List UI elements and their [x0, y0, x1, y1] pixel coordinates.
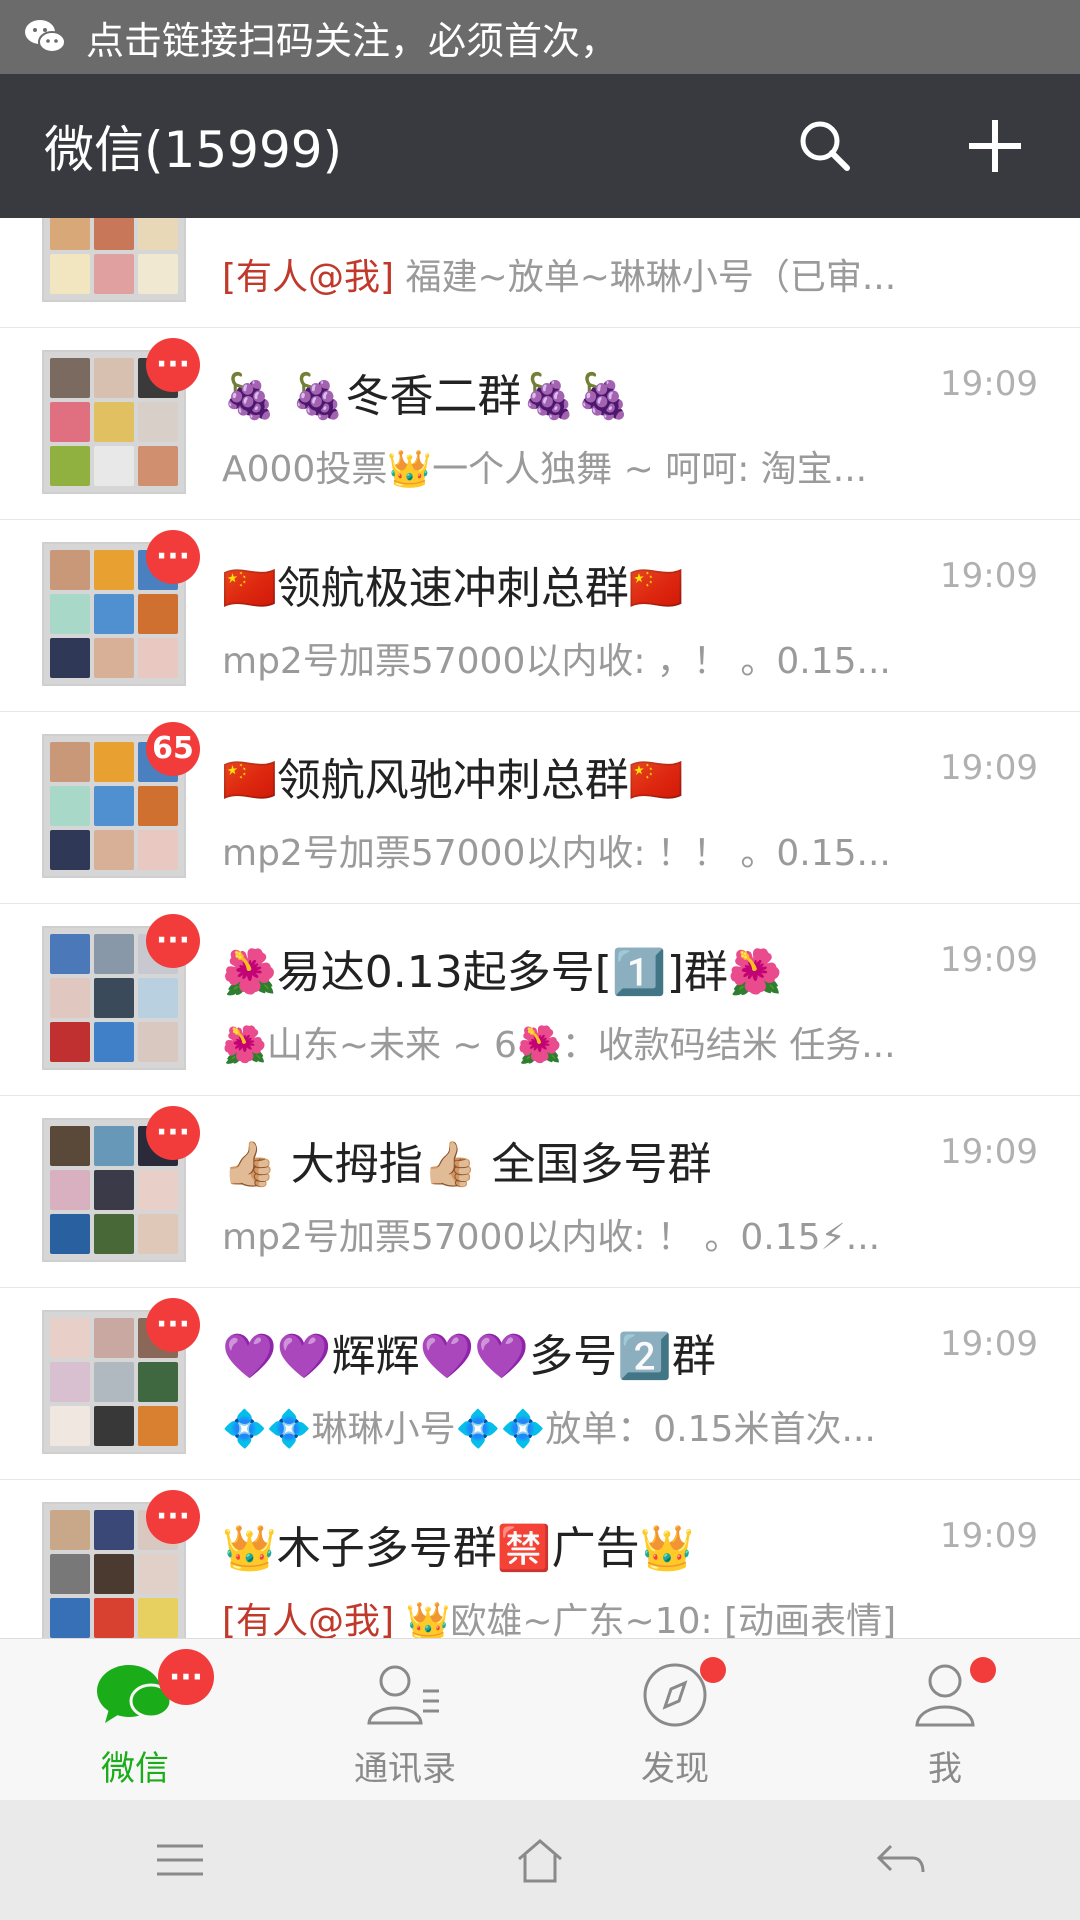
menu-button[interactable]	[135, 1825, 225, 1895]
tab-label: 我	[928, 1749, 962, 1789]
home-button[interactable]	[495, 1825, 585, 1895]
chat-row[interactable]: ··· 👑木子多号群🈲广告👑 [有人@我] 👑欧雄~广东~10: [动画表情] …	[0, 1480, 1080, 1638]
chat-list[interactable]: [有人@我] 福建~放单~琳琳小号（已审... ··· 🍇 🍇冬香二群🍇🍇 A0…	[0, 218, 1080, 1638]
chat-row[interactable]: ··· 🍇 🍇冬香二群🍇🍇 A000投票👑一个人独舞 ~ 呵呵: 淘宝... 1…	[0, 328, 1080, 520]
chat-row[interactable]: ··· 🇨🇳领航极速冲刺总群🇨🇳 mp2号加票57000以内收: ，！ 。0.1…	[0, 520, 1080, 712]
chat-time: 19:09	[940, 1324, 1038, 1364]
bottom-tab-bar: 微信 ··· 通讯录 发现 我	[0, 1638, 1080, 1800]
unread-badge: ···	[146, 1490, 200, 1544]
unread-badge: ···	[146, 914, 200, 968]
chat-preview: A000投票👑一个人独舞 ~ 呵呵: 淘宝...	[222, 449, 868, 490]
chat-name: 🇨🇳领航极速冲刺总群🇨🇳	[222, 563, 684, 614]
back-icon	[876, 1844, 925, 1873]
chat-time: 19:09	[940, 748, 1038, 788]
tab-chats[interactable]: 微信 ···	[0, 1639, 270, 1800]
chat-preview: [有人@我] 👑欧雄~广东~10: [动画表情]	[222, 1592, 930, 1638]
mention-tag: [有人@我]	[222, 1601, 395, 1638]
tab-label: 发现	[641, 1749, 709, 1789]
app-header: 微信(15999)	[0, 74, 1080, 218]
wechat-icon	[22, 14, 68, 60]
new-dot	[700, 1657, 726, 1683]
system-nav-bar	[0, 1800, 1080, 1920]
unread-badge: ···	[146, 530, 200, 584]
unread-badge: 65	[146, 722, 200, 776]
group-avatar	[42, 218, 186, 302]
chat-preview: mp2号加票57000以内收: ！！ 。0.15...	[222, 833, 891, 874]
unread-badge: ···	[146, 1298, 200, 1352]
chat-time: 19:09	[940, 556, 1038, 596]
chat-row[interactable]: ··· 👍🏼 大拇指👍🏼 全国多号群 mp2号加票57000以内收: ！ 。0.…	[0, 1096, 1080, 1288]
add-button[interactable]	[950, 101, 1040, 191]
search-button[interactable]	[780, 101, 870, 191]
chat-name: 💜💜辉辉💜💜多号2️⃣群	[222, 1331, 716, 1382]
chat-row[interactable]: 65 🇨🇳领航风驰冲刺总群🇨🇳 mp2号加票57000以内收: ！！ 。0.15…	[0, 712, 1080, 904]
chat-row[interactable]: [有人@我] 福建~放单~琳琳小号（已审...	[0, 218, 1080, 328]
tab-contacts[interactable]: 通讯录	[270, 1639, 540, 1800]
chat-preview: 🌺山东~未来 ~ 6🌺：收款码结米 任务...	[222, 1025, 896, 1066]
search-icon	[800, 121, 850, 171]
plus-icon	[969, 120, 1021, 172]
chat-name: 🌺易达0.13起多号[1️⃣]群🌺	[222, 947, 783, 998]
chat-name: 👍🏼 大拇指👍🏼 全国多号群	[222, 1139, 712, 1190]
chat-time: 19:09	[940, 1132, 1038, 1172]
tab-discover[interactable]: 发现	[540, 1639, 810, 1800]
tab-me[interactable]: 我	[810, 1639, 1080, 1800]
chat-time: 19:09	[940, 364, 1038, 404]
chat-name: 🍇 🍇冬香二群🍇🍇	[222, 371, 632, 422]
home-icon	[518, 1839, 562, 1883]
page-title: 微信(15999)	[44, 121, 343, 179]
chat-preview: mp2号加票57000以内收: ！ 。0.15⚡...	[222, 1217, 881, 1258]
chat-preview: [有人@我] 福建~放单~琳琳小号（已审...	[222, 257, 897, 298]
notification-banner[interactable]: 点击链接扫码关注，必须首次，	[0, 0, 1080, 74]
chat-time: 19:09	[940, 1516, 1038, 1556]
tab-label: 微信	[101, 1749, 169, 1789]
contacts-icon	[365, 1661, 445, 1729]
menu-icon	[157, 1844, 203, 1876]
mention-tag: [有人@我]	[222, 257, 395, 298]
chat-name: 👑木子多号群🈲广告👑	[222, 1523, 695, 1574]
unread-badge: ···	[158, 1649, 214, 1705]
chat-row[interactable]: ··· 💜💜辉辉💜💜多号2️⃣群 💠💠琳琳小号💠💠放单：0.15米首次... 1…	[0, 1288, 1080, 1480]
chat-name: 🇨🇳领航风驰冲刺总群🇨🇳	[222, 755, 684, 806]
chat-time: 19:09	[940, 940, 1038, 980]
new-dot	[970, 1657, 996, 1683]
unread-badge: ···	[146, 1106, 200, 1160]
chat-preview: mp2号加票57000以内收: ，！ 。0.15...	[222, 641, 891, 682]
tab-label: 通讯录	[354, 1749, 456, 1789]
chat-preview: 💠💠琳琳小号💠💠放单：0.15米首次...	[222, 1409, 876, 1450]
chat-row[interactable]: ··· 🌺易达0.13起多号[1️⃣]群🌺 🌺山东~未来 ~ 6🌺：收款码结米 …	[0, 904, 1080, 1096]
unread-badge: ···	[146, 338, 200, 392]
notification-text: 点击链接扫码关注，必须首次，	[86, 18, 619, 63]
back-button[interactable]	[855, 1825, 945, 1895]
